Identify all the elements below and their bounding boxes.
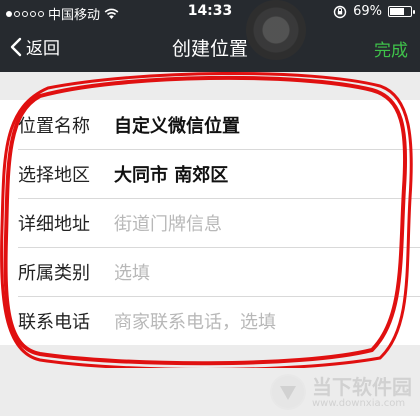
status-bar: 中国移动 14:33 69% [0, 0, 420, 24]
battery-level [390, 8, 404, 15]
downxia-logo-icon [270, 374, 306, 410]
orientation-lock-icon [333, 5, 347, 18]
watermark-text: 当下软件园 www.downxia.com [312, 376, 412, 410]
watermark: 当下软件园 www.downxia.com [270, 374, 412, 410]
battery-percent: 69% [353, 4, 382, 19]
red-circle-annotation [0, 71, 413, 368]
done-button[interactable]: 完成 [374, 36, 408, 61]
watermark-brand: 当下软件园 [312, 375, 412, 399]
battery-icon [388, 6, 415, 17]
assistive-touch-button[interactable] [246, 0, 306, 60]
page-title: 创建位置 [171, 38, 248, 60]
status-right: 69% [333, 4, 415, 19]
watermark-url: www.downxia.com [312, 398, 406, 409]
navigation-bar: 返回 创建位置 完成 [0, 24, 420, 72]
